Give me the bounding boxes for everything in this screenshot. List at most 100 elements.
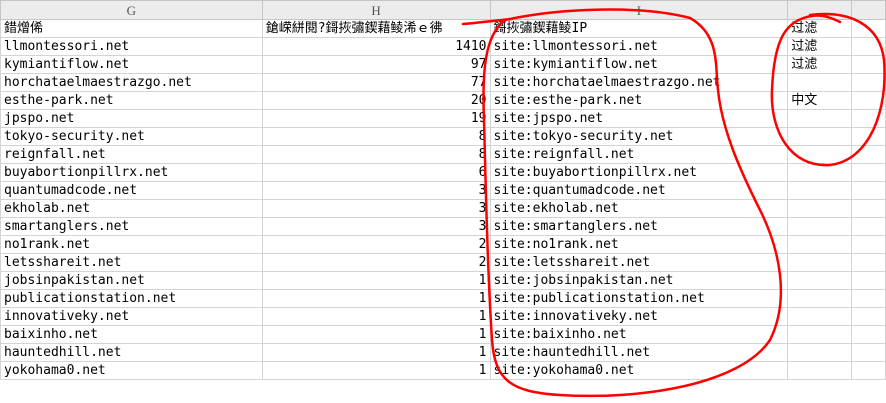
cell-filter-note[interactable] xyxy=(787,307,853,326)
cell-site-query[interactable]: site:smartanglers.net xyxy=(489,217,789,236)
cell-filter-header[interactable]: 过滤 xyxy=(787,19,853,38)
cell-site-query[interactable]: site:quantumadcode.net xyxy=(489,181,789,200)
cell-site-query[interactable]: site:publicationstation.net xyxy=(489,289,789,308)
cell-query-header[interactable]: 鎶拻彇鍥藉鲮IP xyxy=(489,19,789,38)
cell-domain[interactable]: no1rank.net xyxy=(0,235,263,254)
cell-count[interactable]: 1 xyxy=(261,307,491,326)
cell-count[interactable]: 77 xyxy=(261,73,491,92)
cell-domain[interactable]: horchataelmaestrazgo.net xyxy=(0,73,263,92)
cell-filter-note[interactable] xyxy=(787,343,853,362)
cell-domain[interactable]: innovativeky.net xyxy=(0,307,263,326)
cell-empty[interactable] xyxy=(851,127,886,146)
cell-count[interactable]: 1 xyxy=(261,343,491,362)
cell-filter-note[interactable] xyxy=(787,181,853,200)
cell-domain-header[interactable]: 錯熷俙 xyxy=(0,19,263,38)
cell-site-query[interactable]: site:hauntedhill.net xyxy=(489,343,789,362)
cell-empty[interactable] xyxy=(851,271,886,290)
cell-filter-note[interactable] xyxy=(787,199,853,218)
cell-site-query[interactable]: site:no1rank.net xyxy=(489,235,789,254)
cell-count-header[interactable]: 鎗嵘絣閱?鎶拻彇鍥藉鲮浠ｅ彿 xyxy=(261,19,491,38)
cell-domain[interactable]: buyabortionpillrx.net xyxy=(0,163,263,182)
cell-site-query[interactable]: site:innovativeky.net xyxy=(489,307,789,326)
cell-empty[interactable] xyxy=(851,307,886,326)
cell-count[interactable]: 3 xyxy=(261,217,491,236)
cell-empty[interactable] xyxy=(851,145,886,164)
cell-empty[interactable] xyxy=(851,55,886,74)
cell-count[interactable]: 2 xyxy=(261,235,491,254)
cell-count[interactable]: 8 xyxy=(261,127,491,146)
cell-filter-note[interactable] xyxy=(787,325,853,344)
column-header-h[interactable]: H xyxy=(261,0,491,20)
cell-count[interactable]: 1 xyxy=(261,271,491,290)
cell-count[interactable]: 1 xyxy=(261,325,491,344)
cell-count[interactable]: 1 xyxy=(261,361,491,380)
cell-domain[interactable]: tokyo-security.net xyxy=(0,127,263,146)
column-header-i[interactable]: I xyxy=(489,0,789,20)
cell-empty[interactable] xyxy=(851,289,886,308)
cell-domain[interactable]: kymiantiflow.net xyxy=(0,55,263,74)
cell-count[interactable]: 1410 xyxy=(261,37,491,56)
cell-count[interactable]: 97 xyxy=(261,55,491,74)
cell-empty[interactable] xyxy=(851,73,886,92)
cell-empty[interactable] xyxy=(851,217,886,236)
cell-filter-note[interactable]: 过滤 xyxy=(787,55,853,74)
cell-filter-note[interactable] xyxy=(787,253,853,272)
cell-filter-note[interactable]: 过滤 xyxy=(787,37,853,56)
cell-empty[interactable] xyxy=(851,361,886,380)
cell-site-query[interactable]: site:yokohama0.net xyxy=(489,361,789,380)
cell-empty[interactable] xyxy=(851,235,886,254)
cell-filter-note[interactable] xyxy=(787,361,853,380)
cell-site-query[interactable]: site:jobsinpakistan.net xyxy=(489,271,789,290)
cell-filter-note[interactable] xyxy=(787,217,853,236)
cell-filter-note[interactable] xyxy=(787,109,853,128)
cell-domain[interactable]: jpspo.net xyxy=(0,109,263,128)
cell-filter-note[interactable] xyxy=(787,127,853,146)
cell-site-query[interactable]: site:letsshareit.net xyxy=(489,253,789,272)
cell-domain[interactable]: hauntedhill.net xyxy=(0,343,263,362)
cell-site-query[interactable]: site:ekholab.net xyxy=(489,199,789,218)
cell-domain[interactable]: smartanglers.net xyxy=(0,217,263,236)
cell-empty[interactable] xyxy=(851,343,886,362)
cell-site-query[interactable]: site:kymiantiflow.net xyxy=(489,55,789,74)
cell-domain[interactable]: quantumadcode.net xyxy=(0,181,263,200)
cell-empty[interactable] xyxy=(851,325,886,344)
cell-filter-note[interactable] xyxy=(787,73,853,92)
cell-extra-header[interactable] xyxy=(851,19,886,38)
cell-count[interactable]: 3 xyxy=(261,199,491,218)
cell-filter-note[interactable] xyxy=(787,289,853,308)
cell-domain[interactable]: reignfall.net xyxy=(0,145,263,164)
cell-count[interactable]: 3 xyxy=(261,181,491,200)
cell-empty[interactable] xyxy=(851,253,886,272)
column-header-g[interactable]: G xyxy=(0,0,263,20)
cell-count[interactable]: 19 xyxy=(261,109,491,128)
cell-site-query[interactable]: site:jpspo.net xyxy=(489,109,789,128)
cell-site-query[interactable]: site:horchataelmaestrazgo.net xyxy=(489,73,789,92)
cell-domain[interactable]: baixinho.net xyxy=(0,325,263,344)
cell-count[interactable]: 2 xyxy=(261,253,491,272)
cell-empty[interactable] xyxy=(851,37,886,56)
cell-domain[interactable]: jobsinpakistan.net xyxy=(0,271,263,290)
cell-filter-note[interactable] xyxy=(787,235,853,254)
column-header-k[interactable] xyxy=(851,0,886,20)
cell-site-query[interactable]: site:buyabortionpillrx.net xyxy=(489,163,789,182)
cell-filter-note[interactable] xyxy=(787,145,853,164)
cell-site-query[interactable]: site:llmontessori.net xyxy=(489,37,789,56)
cell-site-query[interactable]: site:esthe-park.net xyxy=(489,91,789,110)
cell-empty[interactable] xyxy=(851,109,886,128)
cell-filter-note[interactable] xyxy=(787,163,853,182)
cell-empty[interactable] xyxy=(851,181,886,200)
cell-domain[interactable]: ekholab.net xyxy=(0,199,263,218)
cell-empty[interactable] xyxy=(851,163,886,182)
cell-count[interactable]: 8 xyxy=(261,145,491,164)
cell-domain[interactable]: llmontessori.net xyxy=(0,37,263,56)
cell-site-query[interactable]: site:reignfall.net xyxy=(489,145,789,164)
cell-filter-note[interactable] xyxy=(787,271,853,290)
cell-empty[interactable] xyxy=(851,199,886,218)
cell-count[interactable]: 1 xyxy=(261,289,491,308)
cell-count[interactable]: 20 xyxy=(261,91,491,110)
cell-domain[interactable]: letsshareit.net xyxy=(0,253,263,272)
cell-domain[interactable]: esthe-park.net xyxy=(0,91,263,110)
cell-count[interactable]: 6 xyxy=(261,163,491,182)
cell-filter-note[interactable]: 中文 xyxy=(787,91,853,110)
cell-site-query[interactable]: site:tokyo-security.net xyxy=(489,127,789,146)
